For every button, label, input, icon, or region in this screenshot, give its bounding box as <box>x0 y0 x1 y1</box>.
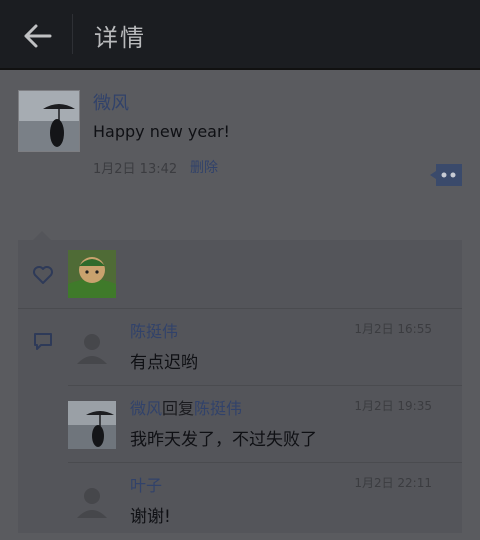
comment-more-icon <box>430 164 462 186</box>
comment-timestamp: 1月2日 22:11 <box>354 476 432 490</box>
comment-more-button[interactable] <box>428 162 464 188</box>
comment-item[interactable]: 叶子 1月2日 22:11 谢谢! <box>18 464 462 540</box>
comment-timestamp: 1月2日 16:55 <box>354 322 432 336</box>
comment-timestamp: 1月2日 19:35 <box>354 399 432 413</box>
delete-link[interactable]: 删除 <box>190 157 218 177</box>
comment-author: 微风回复陈挺伟 <box>130 395 242 419</box>
default-user-icon <box>77 488 107 518</box>
comment-author[interactable]: 陈挺伟 <box>130 318 178 342</box>
comment-item[interactable]: 陈挺伟 1月2日 16:55 有点迟哟 <box>18 310 462 386</box>
divider <box>68 462 462 463</box>
liker-avatar[interactable] <box>68 250 116 298</box>
default-user-icon <box>77 334 107 364</box>
post-timestamp: 1月2日 13:42 <box>93 162 178 177</box>
reply-word: 回复 <box>162 399 195 418</box>
umbrella-photo-image <box>19 91 79 151</box>
comment-author[interactable]: 叶子 <box>130 472 162 496</box>
comment-avatar[interactable] <box>68 324 116 372</box>
back-button[interactable] <box>18 16 58 56</box>
comment-avatar[interactable] <box>68 401 116 449</box>
heart-icon <box>33 266 53 284</box>
post-text: Happy new year! <box>93 122 230 141</box>
comment-text: 谢谢! <box>130 507 171 527</box>
page-title: 详情 <box>94 24 146 52</box>
moment-post: 微风 Happy new year! 1月2日 13:42 删除 <box>0 70 480 240</box>
title-bar: 详情 <box>0 0 480 70</box>
post-author-avatar[interactable] <box>18 90 80 152</box>
comment-item[interactable]: 微风回复陈挺伟 1月2日 19:35 我昨天发了，不过失败了 <box>18 387 462 463</box>
back-arrow-icon <box>24 24 52 48</box>
reply-to-name[interactable]: 陈挺伟 <box>194 399 242 418</box>
baby-photo-image <box>68 250 116 298</box>
likes-row <box>18 240 462 308</box>
umbrella-photo-image <box>68 401 116 449</box>
comment-text: 我昨天发了，不过失败了 <box>130 430 317 450</box>
comment-avatar[interactable] <box>68 478 116 526</box>
title-separator <box>72 14 73 54</box>
divider <box>68 385 462 386</box>
post-author-name[interactable]: 微风 <box>93 89 129 115</box>
comment-author-name[interactable]: 微风 <box>130 399 162 418</box>
comment-text: 有点迟哟 <box>130 353 198 373</box>
divider <box>18 308 462 309</box>
likes-comments-panel: 陈挺伟 1月2日 16:55 有点迟哟 微风回复陈挺伟 1月2日 19:35 我… <box>18 240 462 533</box>
